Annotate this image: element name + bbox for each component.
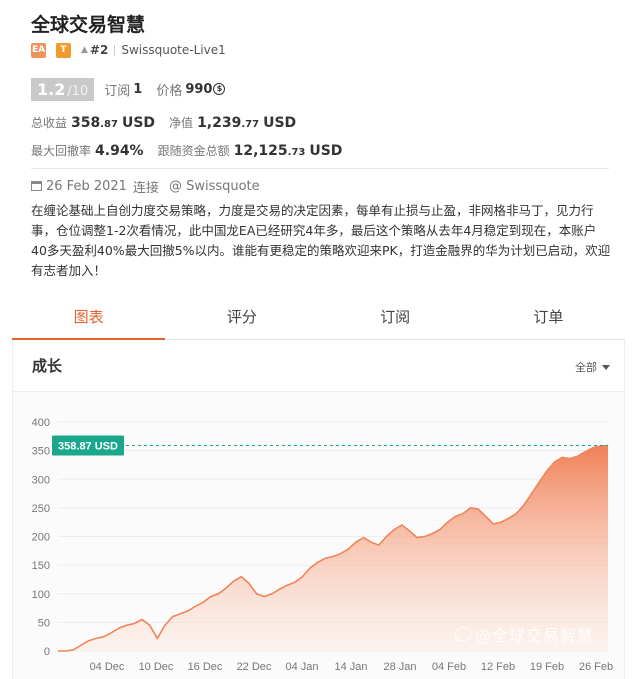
range-dropdown[interactable]: 全部 [575, 359, 610, 375]
score-badge: 1.2 /10 [31, 77, 95, 101]
broker-name[interactable]: Swissquote-Live1 [121, 43, 225, 57]
equity-int: 1,239 [197, 115, 242, 131]
x-tick-label: 12 Feb [481, 661, 515, 673]
total-profit-dec: .87 [100, 119, 118, 130]
y-tick-label: 350 [32, 446, 50, 458]
follow-funds-dec: .73 [287, 147, 306, 158]
y-tick-label: 150 [32, 560, 50, 572]
y-tick-label: 100 [32, 589, 50, 601]
section-divider [31, 168, 609, 169]
y-tick-label: 300 [32, 474, 50, 486]
rank-value: #2 [89, 43, 109, 57]
tab-subscriptions[interactable]: 订阅 [319, 297, 472, 339]
max-drawdown-value: 4.94% [95, 143, 144, 159]
score-max: /10 [67, 83, 89, 99]
x-tick-label: 04 Feb [432, 661, 466, 673]
total-profit-int: 358 [71, 115, 101, 131]
x-tick-label: 19 Feb [530, 661, 564, 673]
currency-icon: $ [213, 83, 226, 95]
connection-broker[interactable]: @ Swissquote [169, 179, 260, 194]
strategy-title: 全球交易智慧 [31, 14, 146, 36]
x-tick-label: 04 Jan [285, 661, 318, 673]
range-value: 全部 [575, 361, 597, 374]
equity-dec: .77 [241, 119, 260, 130]
connection-row: 26 Feb 2021 连接 @ Swissquote [31, 177, 260, 196]
meta-divider [114, 44, 116, 56]
strategy-meta: EA T ▲ #2 Swissquote-Live1 [31, 42, 226, 58]
y-tick-label: 50 [38, 617, 50, 629]
rank-icon: ▲ [81, 45, 88, 55]
trader-tag-icon: T [56, 42, 71, 58]
current-value-label: 358.87 USD [58, 441, 118, 453]
y-tick-label: 400 [32, 417, 50, 429]
y-tick-label: 250 [32, 503, 50, 515]
x-tick-label: 16 Dec [188, 661, 223, 673]
ea-tag-icon: EA [31, 42, 46, 58]
stats-row-2: 最大回撤率 4.94% 跟随资金总额 12,125.73 USD [31, 142, 356, 160]
x-tick-label: 14 Jan [334, 661, 367, 673]
equity-currency: USD [263, 115, 297, 131]
follow-funds-label: 跟随资金总额 [157, 144, 230, 158]
tab-bar: 图表 评分 订阅 订单 [12, 297, 625, 340]
chevron-down-icon [602, 364, 610, 370]
follow-funds-currency: USD [309, 143, 343, 159]
weibo-icon [455, 627, 471, 641]
y-tick-label: 0 [44, 646, 50, 658]
watermark-text: @全球交易智慧 [475, 626, 595, 645]
x-tick-label: 28 Jan [383, 661, 416, 673]
watermark: @全球交易智慧 [455, 622, 594, 646]
connection-label: 连接 [132, 180, 159, 196]
equity-label: 净值 [169, 116, 194, 130]
subscriptions-value: 1 [133, 81, 143, 97]
strategy-description: 在缠论基础上自创力度交易策略，力度是交易的决定因素，每单有止损与止盈，非网格非马… [31, 203, 611, 278]
score-value: 1.2 [37, 79, 66, 99]
x-tick-label: 26 Feb [579, 661, 613, 673]
max-drawdown-label: 最大回撤率 [31, 144, 92, 158]
price-label: 价格 [156, 83, 183, 99]
total-profit-label: 总收益 [31, 116, 68, 130]
x-tick-label: 04 Dec [90, 661, 125, 673]
y-tick-label: 200 [32, 532, 50, 544]
calendar-icon [31, 181, 42, 191]
score-row: 1.2 /10 订阅 1 价格 990 $ [31, 77, 226, 101]
total-profit-currency: USD [121, 115, 156, 131]
connection-date: 26 Feb 2021 [46, 178, 127, 194]
subscriptions-label: 订阅 [104, 83, 131, 99]
growth-header: 成长 全部 [13, 340, 624, 392]
x-tick-label: 10 Dec [139, 661, 174, 673]
stats-row-1: 总收益 358.87 USD 净值 1,239.77 USD [31, 114, 310, 132]
tab-chart[interactable]: 图表 [12, 297, 166, 340]
tab-rating[interactable]: 评分 [165, 297, 318, 339]
follow-funds-int: 12,125 [233, 143, 288, 159]
x-tick-label: 22 Dec [237, 661, 272, 673]
growth-title: 成长 [32, 357, 63, 375]
price-value: 990 [185, 81, 213, 97]
tab-orders[interactable]: 订单 [472, 297, 625, 339]
